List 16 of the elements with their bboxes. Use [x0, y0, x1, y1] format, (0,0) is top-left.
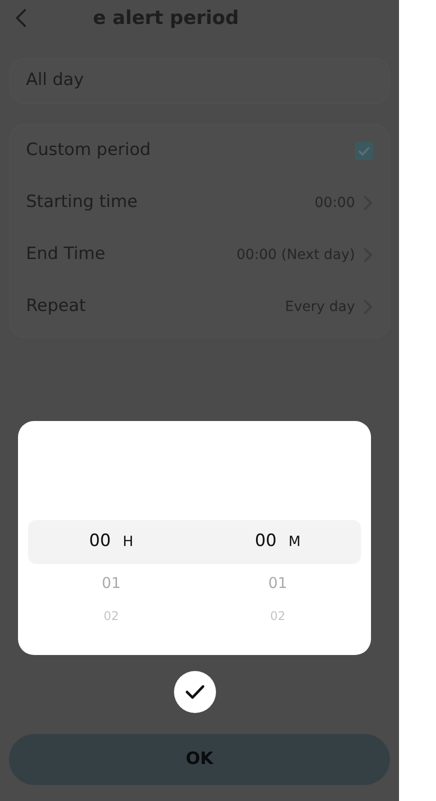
wheel-value: 00 [254, 530, 277, 554]
back-icon[interactable] [15, 8, 27, 28]
unit-label: H [122, 532, 134, 552]
check-icon [358, 146, 370, 156]
wheel-value: 02 [270, 608, 286, 625]
unit-label: M [288, 532, 301, 552]
confirm-button[interactable] [174, 671, 216, 713]
wheel-column[interactable]: 00 H 01 02 [28, 520, 194, 630]
wheel-value: 01 [268, 572, 288, 594]
wheel-value: 02 [104, 608, 119, 625]
wheel-value: 00 [89, 530, 111, 554]
wheel-column[interactable]: 00 M 01 02 [194, 520, 361, 630]
check-icon [185, 684, 205, 700]
ok-button[interactable]: OK [9, 734, 390, 785]
wheel-value: 01 [102, 572, 121, 594]
checkbox[interactable] [355, 142, 373, 160]
